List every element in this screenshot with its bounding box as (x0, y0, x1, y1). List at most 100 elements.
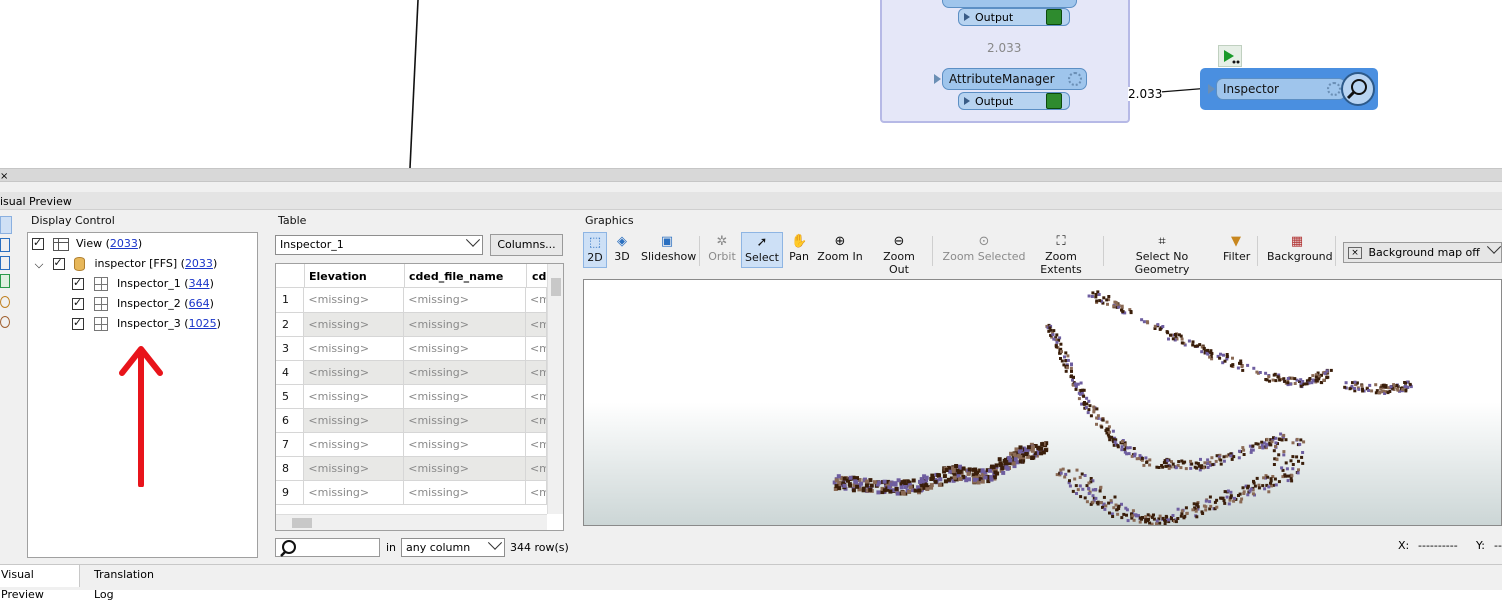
output-port-top[interactable]: Output (958, 8, 1070, 26)
table-cell[interactable]: <m (525, 408, 548, 433)
column-header[interactable]: Elevation (309, 270, 367, 283)
row-number[interactable]: 8 (276, 456, 305, 481)
tool-icon[interactable] (0, 274, 10, 288)
transformer-top[interactable] (942, 0, 1077, 8)
orbit-button[interactable]: ✲ Orbit (707, 232, 737, 268)
filter-button[interactable]: ▼ Filter (1223, 232, 1250, 268)
row-number[interactable]: 9 (276, 480, 305, 505)
table-cell[interactable]: <missing> (403, 384, 526, 409)
table-cell[interactable]: <missing> (303, 456, 405, 481)
table-cell[interactable]: <m (525, 336, 548, 361)
table-cell[interactable]: <missing> (403, 360, 526, 385)
table-row[interactable]: 6<missing><missing><m (276, 408, 548, 433)
row-number[interactable]: 1 (276, 288, 305, 313)
transformer-inspector[interactable]: Inspector (1216, 78, 1346, 100)
zoom-extents-button[interactable]: ⛶ Zoom Extents (1027, 232, 1095, 276)
table-cell[interactable]: <missing> (303, 312, 405, 337)
table-cell[interactable]: <missing> (403, 432, 526, 457)
chevron-down-icon[interactable] (34, 259, 44, 269)
table-row[interactable]: 4<missing><missing><m (276, 360, 548, 385)
tab-translation-log[interactable]: Translation Log (86, 565, 176, 601)
panel-splitter[interactable]: × (0, 168, 1502, 182)
checkbox-layer[interactable] (72, 316, 84, 330)
table-cell[interactable]: <missing> (403, 336, 526, 361)
checkbox-view[interactable] (32, 236, 44, 250)
table-cell[interactable]: <m (525, 360, 548, 385)
tool-icon[interactable] (0, 256, 10, 270)
tool-icon[interactable] (0, 238, 10, 252)
table-cell[interactable]: <missing> (403, 312, 526, 337)
inspect-port-button[interactable] (1046, 9, 1062, 25)
gear-icon[interactable] (1327, 82, 1341, 96)
row-number[interactable]: 4 (276, 360, 305, 385)
output-port-attributemanager[interactable]: Output (958, 92, 1070, 110)
table-cell[interactable]: <m (525, 288, 548, 313)
table-cell[interactable]: <missing> (303, 408, 405, 433)
layer-count-link[interactable]: 344 (189, 277, 210, 290)
inspect-port-button[interactable] (1046, 93, 1062, 109)
info-icon[interactable] (0, 296, 10, 308)
view-3d-button[interactable]: ◈ 3D (611, 232, 633, 268)
table-search-input[interactable] (275, 538, 380, 557)
zoom-in-button[interactable]: ⊕ Zoom In (817, 232, 863, 268)
table-row[interactable]: 2<missing><missing><m (276, 312, 548, 337)
checkbox-layer[interactable] (72, 296, 84, 310)
vertical-scrollbar[interactable] (547, 264, 563, 514)
table-cell[interactable]: <missing> (303, 480, 405, 505)
table-row[interactable]: 7<missing><missing><m (276, 432, 548, 457)
select-no-geometry-button[interactable]: ⌗ Select No Geometry (1113, 232, 1211, 276)
tree-row-view[interactable]: View (2033) (32, 236, 142, 255)
table-cell[interactable]: <missing> (303, 384, 405, 409)
background-button[interactable]: ▦ Background (1267, 232, 1333, 268)
table-cell[interactable]: <missing> (403, 456, 526, 481)
table-layer-select[interactable]: Inspector_1 (275, 232, 483, 255)
graphics-canvas[interactable] (583, 279, 1502, 526)
row-number[interactable]: 3 (276, 336, 305, 361)
row-number[interactable]: 7 (276, 432, 305, 457)
select-button[interactable]: ➚ Select (741, 232, 783, 268)
horizontal-scrollbar[interactable] (276, 514, 547, 530)
column-header[interactable]: cded_file_name (409, 270, 503, 283)
table-cell[interactable]: <m (525, 384, 548, 409)
table-grid[interactable]: Elevation cded_file_name cd 1 <missing> <m… (275, 263, 564, 531)
table-cell[interactable]: <missing> (303, 432, 405, 457)
table-cell[interactable]: <missing> (303, 288, 405, 313)
table-cell[interactable]: <missing> (303, 336, 405, 361)
row-number[interactable]: 2 (276, 312, 305, 337)
checkbox-layer[interactable] (72, 276, 84, 290)
table-row[interactable]: 3<missing><missing><m (276, 336, 548, 361)
scrollbar-thumb[interactable] (292, 518, 312, 528)
tool-icon[interactable] (0, 216, 12, 234)
zoom-out-button[interactable]: ⊖ Zoom Out (873, 232, 925, 276)
scrollbar-thumb[interactable] (551, 278, 561, 296)
table-cell[interactable]: <missing> (403, 288, 526, 313)
search-scope-select[interactable]: any column (401, 535, 505, 557)
row-number[interactable]: 6 (276, 408, 305, 433)
columns-button[interactable]: Columns... (490, 234, 563, 256)
table-row[interactable]: 5<missing><missing><m (276, 384, 548, 409)
tree-row-layer[interactable]: Inspector_3 (1025) (72, 316, 221, 335)
table-row[interactable]: 1<missing><missing><m (276, 288, 548, 313)
background-map-select[interactable]: × Background map off (1343, 239, 1502, 263)
pan-button[interactable]: ✋ Pan (787, 232, 811, 268)
table-cell[interactable]: <m (525, 480, 548, 505)
table-cell[interactable]: <missing> (403, 408, 526, 433)
run-to-this-button[interactable] (1218, 45, 1242, 67)
layer-count-link[interactable]: 1025 (189, 317, 217, 330)
settings-icon[interactable] (0, 316, 10, 328)
dataset-count-link[interactable]: 2033 (185, 257, 213, 270)
workspace-canvas[interactable]: Output 2.033 AttributeManager Output 2.0… (0, 0, 1502, 168)
row-number[interactable]: 5 (276, 384, 305, 409)
tree-row-dataset[interactable]: inspector [FFS] (2033) (34, 256, 217, 275)
tree-row-layer[interactable]: Inspector_1 (344) (72, 276, 214, 295)
transformer-attributemanager[interactable]: AttributeManager (942, 68, 1087, 90)
table-cell[interactable]: <missing> (303, 360, 405, 385)
column-header[interactable]: cd (532, 270, 546, 283)
display-control-tree[interactable]: View (2033) inspector [FFS] (2033) Inspe… (27, 232, 258, 558)
table-row[interactable]: 8<missing><missing><m (276, 456, 548, 481)
gear-icon[interactable] (1068, 72, 1082, 86)
table-cell[interactable]: <m (525, 456, 548, 481)
view-2d-button[interactable]: ⬚ 2D (583, 232, 607, 268)
slideshow-button[interactable]: ▣ Slideshow (641, 232, 696, 268)
table-cell[interactable]: <m (525, 312, 548, 337)
